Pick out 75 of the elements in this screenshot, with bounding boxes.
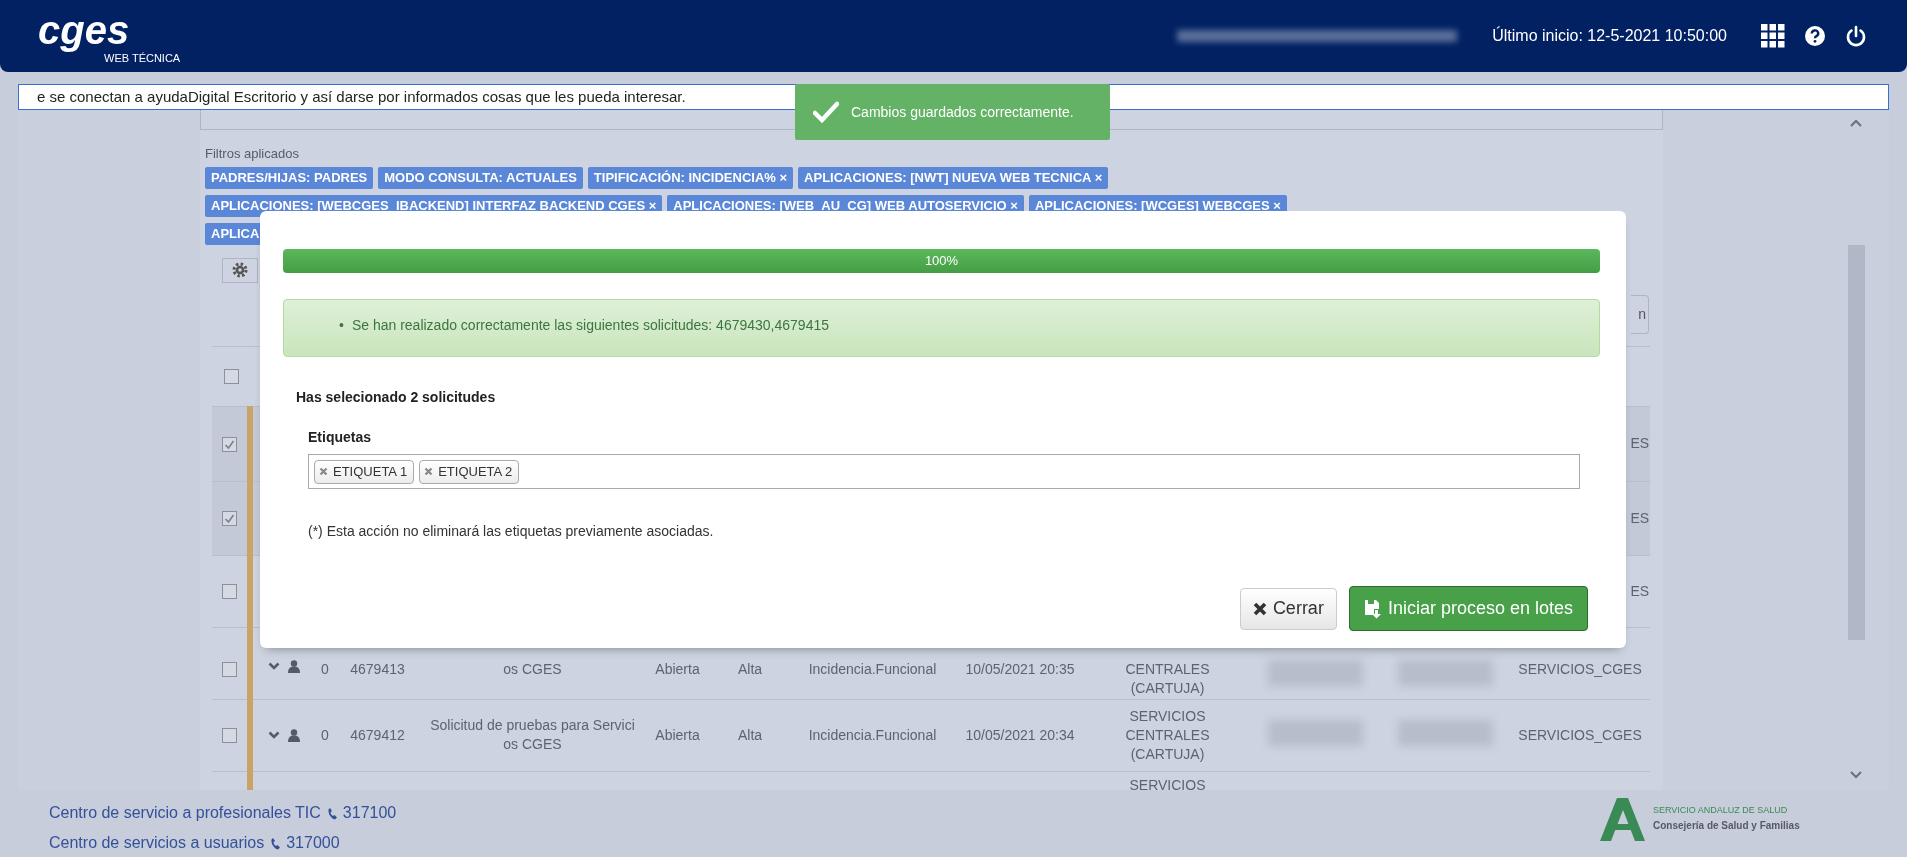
last-login-text: Último inicio: 12-5-2021 10:50:00 bbox=[1492, 25, 1727, 46]
request-id: 4679413 bbox=[350, 660, 405, 677]
selection-summary: Has selecionado 2 solicitudes bbox=[296, 388, 497, 407]
description-text: Solicitud de pruebas para Servici os CGES bbox=[429, 716, 636, 754]
filter-tag[interactable]: PADRES/HIJAS: PADRES bbox=[205, 166, 374, 189]
settings-button[interactable] bbox=[222, 257, 258, 283]
filter-tag[interactable]: TIPIFICACIÓN: INCIDENCIA% × bbox=[587, 166, 794, 189]
power-icon[interactable] bbox=[1845, 25, 1867, 47]
filters-label: Filtros aplicados bbox=[205, 145, 300, 163]
tag-chip[interactable]: ETIQUETA 1 bbox=[314, 459, 415, 484]
floppy-download-icon bbox=[1363, 598, 1382, 619]
center-text: SERVICIOS CENTRALES (CARTUJA) bbox=[1124, 706, 1211, 764]
status-text: Abierta bbox=[655, 660, 700, 677]
priority-text: Alta bbox=[737, 726, 763, 743]
help-icon[interactable] bbox=[1804, 25, 1826, 47]
date-text: 10/05/2021 20:35 bbox=[965, 660, 1075, 677]
chevron-down-icon[interactable] bbox=[268, 730, 280, 740]
contact-label: Centro de servicio a profesionales TIC bbox=[49, 803, 321, 823]
settings-icon[interactable] bbox=[232, 262, 248, 278]
check-icon bbox=[813, 101, 839, 123]
row-checkbox[interactable] bbox=[222, 584, 237, 600]
filter-tag[interactable]: MODO CONSULTA: ACTUALES bbox=[378, 166, 583, 189]
priority-text: Alta bbox=[737, 660, 763, 677]
alert-text: Se han realizado correctamente las siguientes solicitudes: 4679430,4679415 bbox=[351, 316, 829, 335]
row-checkbox[interactable] bbox=[222, 436, 237, 452]
remove-icon[interactable] bbox=[319, 467, 328, 476]
user-icon bbox=[288, 728, 300, 742]
phone-icon bbox=[326, 806, 337, 820]
bullet-marker: • bbox=[339, 316, 344, 335]
contact-label: Centro de servicios a usuarios bbox=[49, 833, 265, 853]
row-checkbox[interactable] bbox=[222, 662, 237, 678]
date-text: 10/05/2021 20:34 bbox=[965, 726, 1075, 743]
group-text: ES bbox=[1630, 582, 1650, 599]
check-icon bbox=[224, 513, 235, 525]
center-text: CENTRALES (CARTUJA) bbox=[1124, 659, 1211, 698]
group-text: SERVICIOS_CGES bbox=[1518, 726, 1642, 743]
row-checkbox[interactable] bbox=[222, 728, 237, 744]
filter-tag[interactable]: APLICACIONES: [NWT] NUEVA WEB TECNICA × bbox=[798, 166, 1109, 189]
phone-number: 317100 bbox=[342, 803, 397, 823]
apps-grid-icon[interactable] bbox=[1761, 24, 1785, 48]
toolbar-button[interactable]: n bbox=[1631, 294, 1649, 334]
logo-subtitle: WEB TÉCNICA bbox=[104, 52, 181, 64]
description-text: os CGES bbox=[502, 659, 563, 679]
row-checkbox[interactable] bbox=[222, 511, 237, 527]
status-text: Abierta bbox=[655, 726, 700, 743]
scroll-up-icon[interactable] bbox=[1849, 118, 1863, 128]
chevron-down-icon[interactable] bbox=[268, 661, 280, 671]
type-text: Incidencia.Funcional bbox=[808, 726, 937, 743]
progress-bar: 100% bbox=[283, 249, 1600, 273]
organization-name: SERVICIO ANDALUZ DE SALUD bbox=[1653, 804, 1789, 818]
phone-number: 317000 bbox=[286, 833, 340, 853]
center-text: SERVICIOS bbox=[1128, 775, 1207, 790]
department-name: Consejería de Salud y Familias bbox=[1653, 818, 1800, 833]
field-label: Etiquetas bbox=[308, 428, 372, 447]
count-text: 0 bbox=[321, 726, 329, 743]
note-text: (*) Esta acción no eliminará las etiquetas previamente asociadas. bbox=[308, 522, 715, 541]
count-text: 0 bbox=[321, 660, 329, 677]
close-icon bbox=[1252, 601, 1267, 616]
phone-icon bbox=[270, 836, 281, 850]
close-button[interactable]: Cerrar bbox=[1239, 587, 1337, 630]
type-text: Incidencia.Funcional bbox=[808, 660, 937, 677]
remove-icon[interactable] bbox=[424, 467, 434, 476]
check-icon bbox=[224, 438, 235, 450]
logo-icon bbox=[1600, 796, 1645, 841]
user-icon bbox=[288, 659, 300, 673]
group-text: SERVICIOS_CGES bbox=[1518, 660, 1642, 677]
start-batch-button[interactable]: Iniciar proceso en lotes bbox=[1348, 586, 1588, 631]
select-all-checkbox[interactable] bbox=[223, 369, 239, 385]
tag-chip[interactable]: ETIQUETA 2 bbox=[419, 459, 520, 484]
tags-input-field[interactable]: ETIQUETA 1 ETIQUETA 2 bbox=[308, 454, 1580, 489]
request-id: 4679412 bbox=[350, 726, 405, 743]
group-text: ES bbox=[1630, 435, 1650, 451]
group-text: ES bbox=[1630, 509, 1650, 526]
scroll-down-icon[interactable] bbox=[1849, 770, 1863, 780]
scrollbar-thumb[interactable] bbox=[1848, 245, 1865, 640]
